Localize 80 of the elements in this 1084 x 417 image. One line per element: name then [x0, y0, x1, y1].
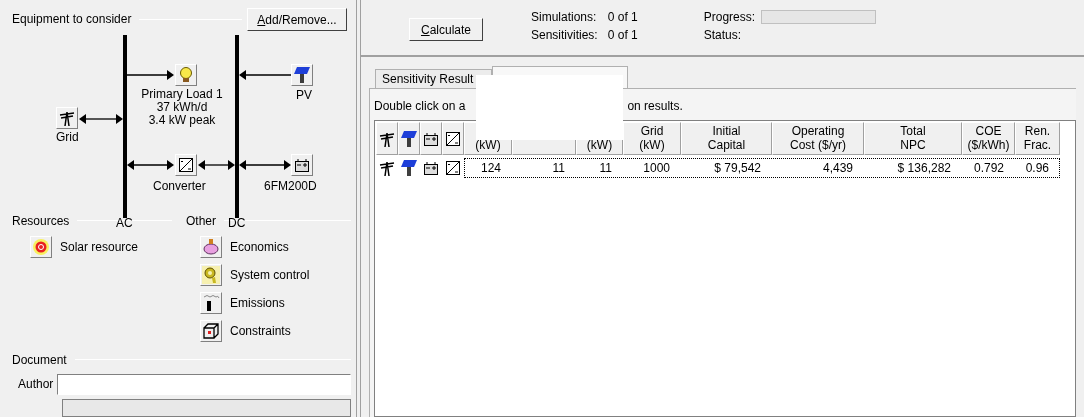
author-label: Author — [18, 376, 54, 394]
table-cell-text: $ 136,282 — [896, 160, 952, 177]
smokestack-icon — [202, 293, 220, 312]
solar-panel-icon — [400, 129, 418, 148]
converter-button[interactable] — [175, 154, 197, 176]
power-tower-icon — [58, 109, 76, 127]
calculate-button[interactable]: Calculate — [409, 18, 483, 41]
table-cell-text: 1000 — [642, 160, 671, 177]
column-header[interactable]: Total NPC — [864, 122, 962, 155]
battery-icon — [423, 160, 439, 176]
battery-icon — [294, 157, 310, 173]
converter-icon — [445, 160, 461, 176]
section-title: Resources — [12, 212, 70, 230]
table-cell-text: 0.792 — [972, 160, 1005, 177]
connector-arrow — [239, 160, 291, 170]
connector-arrow — [127, 160, 174, 170]
hint-text: Double click on a — [374, 98, 466, 115]
column-header[interactable] — [420, 122, 442, 155]
converter-icon — [178, 157, 194, 173]
table-cell-text: $ 79,542 — [713, 160, 762, 177]
settings-label: Economics — [230, 238, 289, 256]
settings-button[interactable] — [200, 319, 222, 342]
text-field[interactable] — [62, 398, 351, 417]
battery-label: 6FM200D — [264, 180, 317, 193]
result-row[interactable]: 124 11 11 1000 $ 79,542 4,439 $ 136,282 0.792 0.96 — [464, 158, 1060, 178]
sensitivities-label: Sensitivities: — [531, 27, 598, 44]
tab[interactable]: Sensitivity Result — [375, 69, 492, 88]
table-cell-text: 11 — [551, 160, 566, 177]
hint-text: on results. — [627, 98, 683, 115]
gear-figure-icon — [202, 265, 220, 284]
column-header[interactable] — [398, 122, 420, 155]
settings-label: Constraints — [230, 322, 291, 340]
settings-label: Emissions — [230, 294, 285, 312]
author-field[interactable] — [57, 373, 351, 395]
settings-label: System control — [230, 266, 310, 284]
column-header[interactable]: Operating Cost ($/yr) — [772, 122, 864, 155]
simulations-label: Simulations: — [531, 9, 598, 26]
column-header[interactable] — [376, 122, 398, 155]
table-cell-text: 4,439 — [821, 160, 854, 177]
grid-label: Grid — [56, 131, 79, 144]
table-cell-text: 0.96 — [1024, 160, 1050, 177]
column-header[interactable]: COE ($/kWh) — [962, 122, 1015, 155]
converter-icon — [445, 130, 461, 147]
table-cell-text: 11 — [598, 160, 613, 177]
solar-panel-icon — [293, 66, 311, 84]
grid-button[interactable] — [56, 107, 78, 129]
column-header[interactable]: Ren. Frac. — [1015, 122, 1060, 155]
battery-button[interactable] — [291, 154, 313, 176]
connector-arrow — [198, 160, 235, 170]
connector-arrow — [239, 70, 291, 80]
status-label: Status: — [703, 27, 743, 44]
progress-label: Progress: — [703, 9, 756, 26]
connector-arrow — [127, 70, 174, 80]
column-header[interactable]: Grid (kW) — [623, 122, 681, 155]
sun-icon — [32, 237, 50, 256]
converter-label: Converter — [153, 180, 206, 193]
table-cell-text: 124 — [479, 160, 502, 177]
bus-label: DC — [228, 217, 246, 229]
section-title: Equipment to consider — [12, 11, 132, 28]
power-tower-icon — [378, 159, 396, 177]
simulations-value: 0 of 1 — [607, 9, 638, 26]
light-bulb-icon — [177, 66, 195, 84]
settings-button[interactable] — [200, 291, 222, 314]
bus-label: AC — [116, 217, 133, 229]
section-title: Document — [12, 351, 67, 369]
connector-arrow — [79, 114, 123, 124]
pv-label: PV — [296, 89, 312, 102]
piggy-bank-icon — [202, 237, 220, 256]
pv-button[interactable] — [291, 64, 313, 86]
sensitivities-value: 0 of 1 — [607, 27, 638, 44]
solar-panel-icon — [400, 159, 418, 177]
column-header[interactable] — [442, 122, 464, 155]
cube-icon — [202, 321, 220, 340]
add-remove-button[interactable]: Add/Remove... — [247, 8, 347, 31]
resource-button[interactable] — [30, 235, 52, 258]
section-title: Other — [186, 212, 216, 230]
resource-label: Solar resource — [60, 238, 139, 256]
column-header[interactable]: Initial Capital — [681, 122, 772, 155]
battery-icon — [423, 130, 439, 147]
load-button[interactable] — [175, 64, 197, 86]
